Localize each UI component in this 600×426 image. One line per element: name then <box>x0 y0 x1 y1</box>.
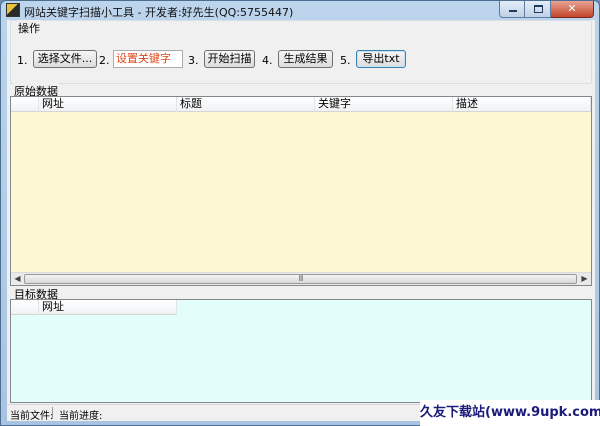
keyword-input[interactable]: 设置关键字 <box>113 50 183 68</box>
column-header-select[interactable] <box>11 97 39 112</box>
window-title: 网站关键字扫描小工具 - 开发者:好先生(QQ:5755447) <box>24 6 294 19</box>
operations-group: 操作 1. 选择文件... 2. 设置关键字 3. 开始扫描 4. 生成结果 5… <box>10 20 592 84</box>
step-number-5: 5. <box>340 54 351 67</box>
step-number-4: 4. <box>262 54 273 67</box>
column-header-keywords[interactable]: 关键字 <box>315 97 453 112</box>
close-icon: ✕ <box>567 2 577 15</box>
select-file-button[interactable]: 选择文件... <box>33 50 97 68</box>
column-header-select[interactable] <box>11 300 39 315</box>
export-txt-button[interactable]: 导出txt <box>356 50 406 68</box>
maximize-button[interactable] <box>525 1 551 18</box>
step-number-3: 3. <box>188 54 199 67</box>
step-number-2: 2. <box>99 54 110 67</box>
column-header-title[interactable]: 标题 <box>177 97 315 112</box>
minimize-button[interactable] <box>499 1 525 18</box>
maximize-icon <box>534 5 543 13</box>
target-list-header: 网址 <box>11 300 177 315</box>
generate-result-button[interactable]: 生成结果 <box>278 50 333 68</box>
column-header-url[interactable]: 网址 <box>39 300 177 315</box>
source-list-header: 网址 标题 关键字 描述 <box>11 97 591 112</box>
client-area: 操作 1. 选择文件... 2. 设置关键字 3. 开始扫描 4. 生成结果 5… <box>7 20 595 422</box>
source-list-body <box>11 112 591 272</box>
start-scan-button[interactable]: 开始扫描 <box>204 50 255 68</box>
close-button[interactable]: ✕ <box>551 1 594 18</box>
scroll-left-icon[interactable]: ◀ <box>11 273 24 285</box>
title-bar[interactable]: 网站关键字扫描小工具 - 开发者:好先生(QQ:5755447) ✕ <box>1 1 599 20</box>
source-horizontal-scrollbar[interactable]: ◀ III ▶ <box>11 272 591 285</box>
operations-group-label: 操作 <box>17 20 41 36</box>
target-data-list[interactable]: 网址 <box>10 299 592 403</box>
minimize-icon <box>509 10 517 12</box>
step-number-1: 1. <box>17 54 28 67</box>
column-header-url[interactable]: 网址 <box>39 97 177 112</box>
app-window: 网站关键字扫描小工具 - 开发者:好先生(QQ:5755447) ✕ 操作 1.… <box>0 0 600 426</box>
status-divider <box>52 407 53 419</box>
target-list-body <box>11 315 591 402</box>
source-data-list[interactable]: 网址 标题 关键字 描述 ◀ III ▶ <box>10 96 592 286</box>
column-header-description[interactable]: 描述 <box>453 97 591 112</box>
site-watermark: 久友下载站(www.9upk.com) <box>420 400 600 426</box>
current-progress-status: 当前进度: <box>59 411 103 422</box>
window-controls: ✕ <box>499 1 594 18</box>
app-icon <box>6 3 20 17</box>
current-file-status: 当前文件: <box>10 411 54 422</box>
scrollbar-grip-icon: III <box>298 274 303 283</box>
scroll-right-icon[interactable]: ▶ <box>578 273 591 285</box>
scrollbar-thumb[interactable]: III <box>24 274 577 284</box>
